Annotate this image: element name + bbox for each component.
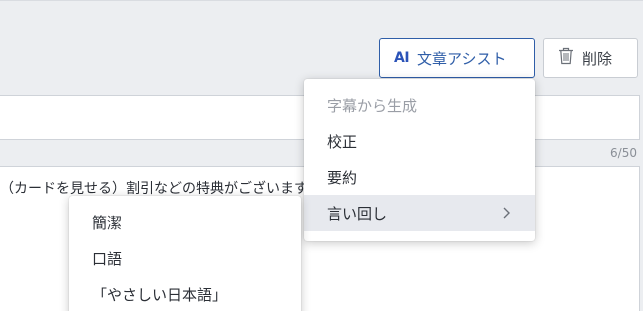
menu-item-label: 要約: [327, 168, 358, 187]
menu-item-generate-from-subtitles: 字幕から生成: [304, 87, 535, 123]
top-divider: [0, 0, 643, 1]
submenu-item-label: 「やさしい日本語」: [92, 285, 228, 304]
ai-assist-button[interactable]: AI 文章アシスト: [379, 38, 535, 78]
menu-item-phrasing[interactable]: 言い回し: [304, 195, 535, 231]
character-counter: 6/50: [610, 146, 637, 160]
submenu-item-concise[interactable]: 簡潔: [69, 204, 301, 240]
ai-icon: AI: [394, 50, 410, 66]
menu-item-summarize[interactable]: 要約: [304, 159, 535, 195]
menu-item-proofread[interactable]: 校正: [304, 123, 535, 159]
menu-item-label: 校正: [327, 132, 358, 151]
submenu-item-label: 簡潔: [92, 213, 123, 232]
delete-label: 削除: [582, 49, 613, 68]
submenu-item-label: 口語: [92, 249, 123, 268]
menu-item-label: 言い回し: [327, 204, 388, 223]
menu-item-label: 字幕から生成: [327, 96, 418, 115]
submenu-item-colloquial[interactable]: 口語: [69, 240, 301, 276]
chevron-right-icon: [503, 207, 510, 219]
ai-assist-menu: 字幕から生成 校正 要約 言い回し: [304, 79, 535, 241]
phrasing-submenu: 簡潔 口語 「やさしい日本語」: [69, 196, 301, 311]
trash-icon: [558, 47, 574, 69]
submenu-item-easy-japanese[interactable]: 「やさしい日本語」: [69, 276, 301, 311]
delete-button[interactable]: 削除: [543, 38, 638, 78]
body-text: （カードを見せる）割引などの特典がございます。: [0, 181, 321, 197]
ai-assist-label: 文章アシスト: [417, 49, 507, 68]
